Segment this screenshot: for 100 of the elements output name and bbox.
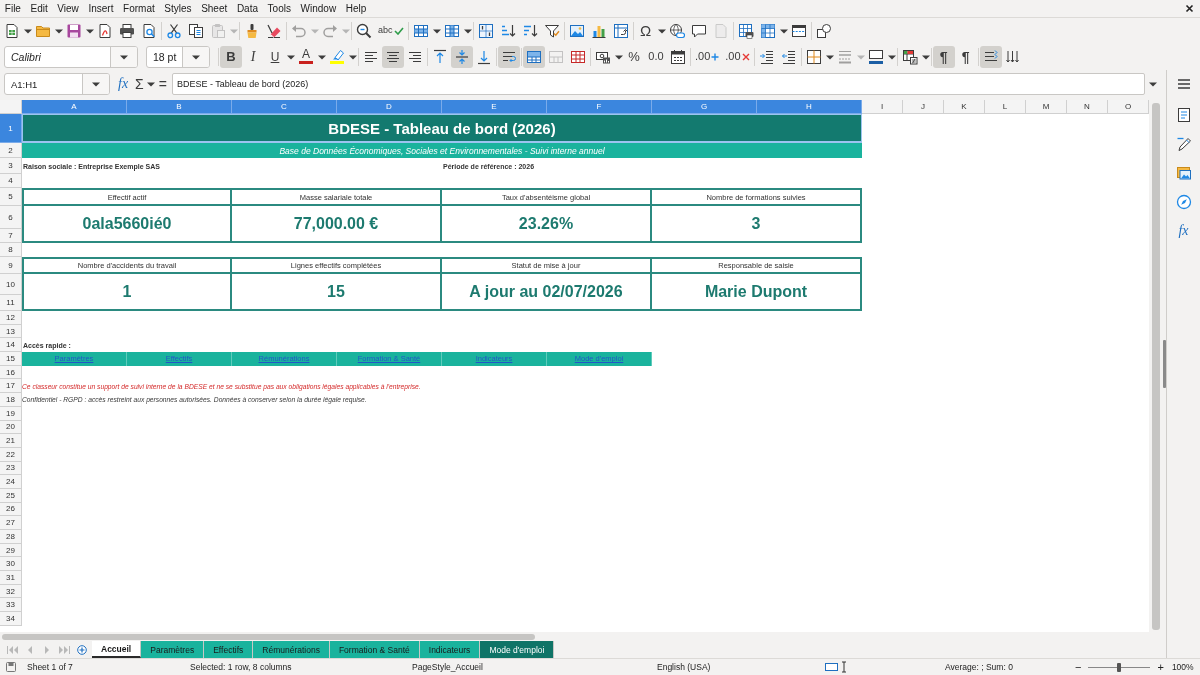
row-header[interactable]: 12 bbox=[0, 311, 22, 325]
menu-item[interactable]: Data bbox=[232, 0, 263, 17]
bold-button[interactable]: B bbox=[220, 45, 242, 68]
row-header[interactable]: 9 bbox=[0, 257, 22, 274]
functions-tab[interactable]: fx bbox=[1178, 223, 1189, 239]
row-header[interactable]: 14 bbox=[0, 338, 22, 353]
gallery-icon[interactable] bbox=[1175, 165, 1192, 181]
column-header[interactable]: N bbox=[1067, 100, 1108, 114]
align-center-button[interactable] bbox=[382, 45, 404, 68]
row-header[interactable]: 31 bbox=[0, 571, 22, 585]
properties-icon[interactable] bbox=[1175, 107, 1192, 123]
row-header[interactable]: 7 bbox=[0, 229, 22, 243]
sheet-tab[interactable]: Paramètres bbox=[141, 641, 205, 658]
close-icon[interactable] bbox=[1185, 4, 1194, 13]
menu-icon[interactable] bbox=[1175, 76, 1192, 92]
zoom-percentage-text[interactable]: 100% bbox=[1171, 662, 1194, 672]
name-box[interactable]: A1:H1 bbox=[4, 73, 110, 95]
add-sheet-icon[interactable] bbox=[77, 644, 87, 655]
underline-button[interactable]: U bbox=[264, 45, 286, 68]
menu-item[interactable]: Format bbox=[118, 0, 160, 17]
align-middle-button[interactable] bbox=[451, 45, 473, 68]
menu-item[interactable]: Sheet bbox=[196, 0, 233, 17]
italic-button[interactable]: I bbox=[242, 45, 264, 68]
compass-icon[interactable] bbox=[1175, 194, 1192, 210]
row-header[interactable]: 18 bbox=[0, 393, 22, 407]
row-header[interactable]: 6 bbox=[0, 206, 22, 229]
menu-item[interactable]: Help bbox=[340, 0, 372, 17]
menu-item[interactable]: Window bbox=[295, 0, 341, 17]
ltr-button[interactable]: ¶ bbox=[932, 45, 955, 68]
menu-item[interactable]: View bbox=[52, 0, 84, 17]
formula-button[interactable]: = bbox=[156, 77, 169, 91]
percent-button[interactable]: % bbox=[623, 45, 645, 68]
row-header[interactable]: 11 bbox=[0, 295, 22, 311]
number-button[interactable]: 0.0 bbox=[645, 45, 667, 68]
column-header[interactable]: F bbox=[547, 100, 652, 114]
row-header[interactable]: 21 bbox=[0, 434, 22, 448]
special-character-button[interactable]: Ω bbox=[634, 19, 657, 42]
row-header[interactable]: 4 bbox=[0, 174, 22, 188]
text-direction-button[interactable] bbox=[979, 45, 1002, 68]
row-header[interactable]: 34 bbox=[0, 612, 22, 626]
sheet-tab[interactable]: Mode d'emploi bbox=[480, 641, 555, 658]
menu-item[interactable]: Tools bbox=[262, 0, 296, 17]
column-header[interactable]: M bbox=[1026, 100, 1067, 114]
scrollbar-thumb[interactable] bbox=[1151, 103, 1160, 630]
kpi-value: 23.26% bbox=[518, 214, 574, 233]
spelling-button[interactable]: abc bbox=[375, 19, 407, 42]
rtl-button[interactable]: ¶ bbox=[954, 45, 977, 68]
font-color-button[interactable]: A bbox=[295, 45, 317, 68]
sheet-tab[interactable]: Accueil bbox=[92, 641, 142, 658]
column-header[interactable]: E bbox=[442, 100, 547, 114]
sum-button[interactable]: Σ bbox=[133, 77, 146, 91]
pen-icon[interactable] bbox=[1175, 136, 1192, 152]
column-header[interactable]: I bbox=[862, 100, 903, 114]
column-header[interactable]: B bbox=[127, 100, 232, 114]
column-header[interactable]: K bbox=[944, 100, 985, 114]
column-header[interactable]: G bbox=[652, 100, 757, 114]
language-text[interactable]: English (USA) bbox=[657, 662, 711, 672]
row-header[interactable]: 10 bbox=[0, 274, 22, 295]
row-header[interactable]: 5 bbox=[0, 188, 22, 206]
sheet-tab[interactable]: Indicateurs bbox=[419, 641, 481, 658]
menu-item[interactable]: Insert bbox=[83, 0, 119, 17]
merge-center-button[interactable] bbox=[523, 45, 545, 68]
font-size-box[interactable]: 18 pt bbox=[146, 45, 210, 68]
row-header[interactable]: 15 bbox=[0, 352, 22, 366]
menu-item[interactable]: File bbox=[0, 0, 26, 17]
column-header[interactable]: L bbox=[985, 100, 1026, 114]
sheet-tab[interactable]: Rémunérations bbox=[253, 641, 330, 658]
formula-input-field[interactable]: BDESE - Tableau de bord (2026) bbox=[171, 73, 1145, 95]
row-header[interactable]: 30 bbox=[0, 557, 22, 572]
zoom-out-button[interactable]: − bbox=[1073, 661, 1084, 673]
row-header[interactable]: 28 bbox=[0, 530, 22, 544]
column-header[interactable]: A bbox=[22, 100, 127, 114]
sidebar-collapse-handle[interactable] bbox=[1162, 340, 1166, 388]
delete-decimal-button[interactable]: .00 bbox=[722, 45, 753, 68]
column-header[interactable]: O bbox=[1108, 100, 1149, 114]
column-header[interactable]: D bbox=[337, 100, 442, 114]
row-header[interactable]: 8 bbox=[0, 243, 22, 257]
selection-mode-icon[interactable] bbox=[825, 662, 839, 672]
row-header[interactable]: 27 bbox=[0, 516, 22, 530]
wrap-text-button[interactable] bbox=[498, 45, 520, 68]
row-header[interactable]: 1 bbox=[0, 114, 22, 143]
sheet-tab[interactable]: Effectifs bbox=[204, 641, 254, 658]
function-wizard-button[interactable]: fx bbox=[116, 77, 131, 91]
zoom-slider-thumb[interactable] bbox=[1117, 662, 1122, 672]
row-header[interactable]: 24 bbox=[0, 475, 22, 489]
sheet-tab[interactable]: Formation & Santé bbox=[329, 641, 420, 658]
column-header[interactable]: C bbox=[232, 100, 337, 114]
row-header[interactable]: 2 bbox=[0, 143, 22, 158]
row-header[interactable]: 33 bbox=[0, 598, 22, 613]
page-style-text[interactable]: PageStyle_Accueil bbox=[412, 662, 483, 672]
row-header[interactable]: 3 bbox=[0, 158, 22, 174]
column-header[interactable]: J bbox=[903, 100, 944, 114]
scrollbar-thumb[interactable] bbox=[2, 633, 535, 640]
menu-item[interactable]: Styles bbox=[159, 0, 197, 17]
add-decimal-button[interactable]: .00 bbox=[692, 45, 723, 68]
column-header[interactable]: H bbox=[757, 100, 862, 114]
zoom-in-button[interactable]: + bbox=[1155, 661, 1166, 673]
row-header[interactable]: 17 bbox=[0, 379, 22, 394]
font-name-box[interactable]: Calibri bbox=[4, 45, 138, 68]
menu-item[interactable]: Edit bbox=[25, 0, 53, 17]
